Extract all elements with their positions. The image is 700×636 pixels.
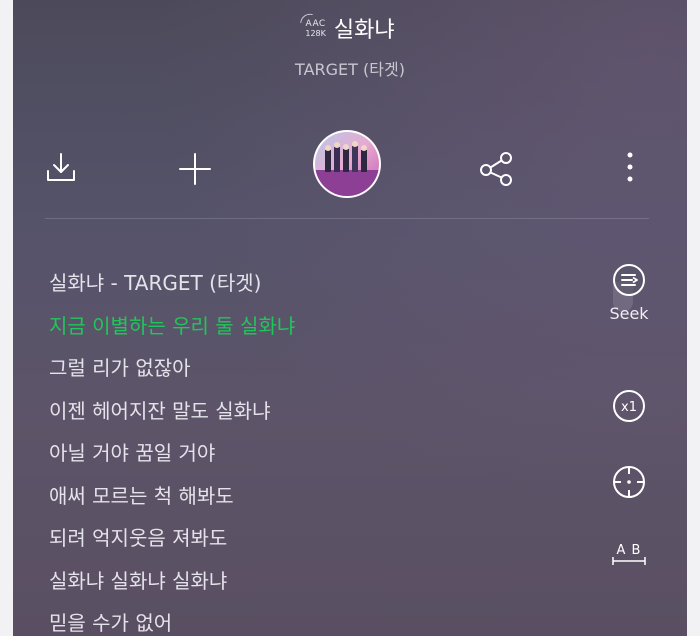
- share-button[interactable]: [475, 147, 519, 191]
- now-playing-header: AAC 128K 실화냐 TARGET (타겟): [13, 8, 687, 80]
- lyric-line[interactable]: 이젠 헤어지잔 말도 실화냐: [49, 390, 589, 433]
- action-toolbar: [13, 127, 687, 207]
- lyric-line[interactable]: 애써 모르는 척 해봐도: [49, 475, 589, 518]
- lyrics-panel[interactable]: 실화냐 - TARGET (타겟) 지금 이별하는 우리 둘 실화냐 그럴 리가…: [49, 262, 589, 636]
- speed-button[interactable]: x1: [609, 388, 649, 424]
- lyric-line-current[interactable]: 지금 이별하는 우리 둘 실화냐: [49, 305, 589, 348]
- lyric-line[interactable]: 아닐 거야 꿈일 거야: [49, 432, 589, 475]
- seek-button[interactable]: Seek: [603, 262, 655, 323]
- lyric-line[interactable]: 되려 억지웃음 져봐도: [49, 517, 589, 560]
- playback-speed-icon: x1: [613, 390, 645, 422]
- ab-repeat-icon: A B: [612, 543, 646, 565]
- song-title: 실화냐: [333, 18, 395, 43]
- lyric-line[interactable]: 실화냐 실화냐 실화냐: [49, 560, 589, 603]
- lyric-line[interactable]: 믿을 수가 없어: [49, 602, 589, 636]
- sync-position-button[interactable]: [609, 464, 649, 500]
- album-cover-image: [315, 132, 379, 196]
- add-to-playlist-button[interactable]: [173, 147, 217, 191]
- speed-label: x1: [621, 400, 637, 415]
- more-icon: [627, 152, 633, 182]
- player-screen: AAC 128K 실화냐 TARGET (타겟) 실화냐 - TARGET (타…: [13, 0, 687, 636]
- artist-name[interactable]: TARGET (타겟): [13, 56, 687, 80]
- lyric-line[interactable]: 실화냐 - TARGET (타겟): [49, 262, 589, 305]
- add-icon: [179, 153, 211, 185]
- toolbar-divider: [45, 218, 649, 219]
- album-art: [315, 132, 379, 196]
- download-button[interactable]: [41, 147, 81, 187]
- crosshair-icon: [613, 466, 645, 498]
- more-options-button[interactable]: [613, 147, 647, 187]
- album-art-button[interactable]: [313, 130, 381, 198]
- lyric-line[interactable]: 그럴 리가 없잖아: [49, 347, 589, 390]
- lyrics-scroll-icon: [613, 264, 645, 296]
- ab-repeat-button[interactable]: A B: [607, 540, 651, 570]
- download-icon: [47, 153, 75, 181]
- share-icon: [480, 152, 512, 186]
- codec-badge: AAC 128K: [300, 12, 326, 39]
- codec-bitrate: 128K: [305, 29, 326, 38]
- ab-label: A B: [617, 543, 642, 558]
- title-row: AAC 128K 실화냐: [13, 8, 687, 48]
